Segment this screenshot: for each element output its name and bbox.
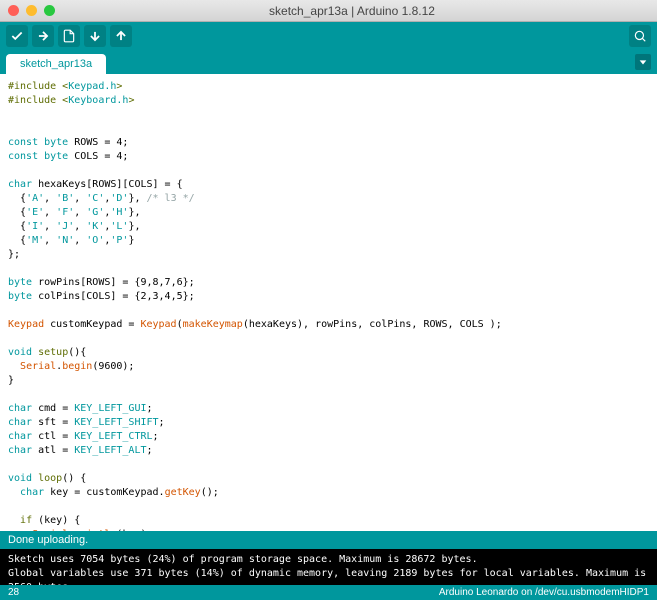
code-line: char atl = KEY_LEFT_ALT; — [8, 444, 649, 458]
code-line: byte colPins[COLS] = {2,3,4,5}; — [8, 290, 649, 304]
close-icon[interactable] — [8, 5, 19, 16]
toolbar — [0, 22, 657, 50]
upload-button[interactable] — [32, 25, 54, 47]
console-line: Sketch uses 7054 bytes (24%) of program … — [8, 553, 649, 567]
code-line: char cmd = KEY_LEFT_GUI; — [8, 402, 649, 416]
code-line: char key = customKeypad.getKey(); — [8, 486, 649, 500]
code-line: {'A', 'B', 'C','D'}, /* l3 */ — [8, 192, 649, 206]
titlebar: sketch_apr13a | Arduino 1.8.12 — [0, 0, 657, 22]
code-line — [8, 108, 649, 122]
window-title: sketch_apr13a | Arduino 1.8.12 — [55, 4, 649, 18]
code-line: if (key) { — [8, 514, 649, 528]
code-line — [8, 388, 649, 402]
code-editor[interactable]: #include <Keypad.h>#include <Keyboard.h>… — [0, 74, 657, 531]
code-line: const byte COLS = 4; — [8, 150, 649, 164]
code-line — [8, 164, 649, 178]
code-line: char ctl = KEY_LEFT_CTRL; — [8, 430, 649, 444]
status-bar: Done uploading. — [0, 531, 657, 549]
code-line — [8, 458, 649, 472]
code-line: #include <Keyboard.h> — [8, 94, 649, 108]
code-line: #include <Keypad.h> — [8, 80, 649, 94]
code-line: void loop() { — [8, 472, 649, 486]
tab-menu-icon[interactable] — [635, 54, 651, 70]
code-line: const byte ROWS = 4; — [8, 136, 649, 150]
traffic-lights — [8, 5, 55, 16]
footer: 28 Arduino Leonardo on /dev/cu.usbmodemH… — [0, 585, 657, 600]
save-button[interactable] — [110, 25, 132, 47]
serial-monitor-button[interactable] — [629, 25, 651, 47]
verify-button[interactable] — [6, 25, 28, 47]
console-output[interactable]: Sketch uses 7054 bytes (24%) of program … — [0, 549, 657, 585]
minimize-icon[interactable] — [26, 5, 37, 16]
code-line — [8, 332, 649, 346]
line-number: 28 — [8, 587, 19, 598]
code-line: char hexaKeys[ROWS][COLS] = { — [8, 178, 649, 192]
code-line — [8, 262, 649, 276]
new-button[interactable] — [58, 25, 80, 47]
code-line: byte rowPins[ROWS] = {9,8,7,6}; — [8, 276, 649, 290]
code-line: }; — [8, 248, 649, 262]
board-port-info: Arduino Leonardo on /dev/cu.usbmodemHIDP… — [439, 587, 649, 598]
code-line: } — [8, 374, 649, 388]
code-line: Keypad customKeypad = Keypad(makeKeymap(… — [8, 318, 649, 332]
code-line — [8, 500, 649, 514]
code-line: {'M', 'N', 'O','P'} — [8, 234, 649, 248]
tabbar: sketch_apr13a — [0, 50, 657, 74]
code-line — [8, 304, 649, 318]
arduino-window: sketch_apr13a | Arduino 1.8.12 sketch_ap… — [0, 0, 657, 600]
code-line: void setup(){ — [8, 346, 649, 360]
code-line: char sft = KEY_LEFT_SHIFT; — [8, 416, 649, 430]
code-line: Serial.begin(9600); — [8, 360, 649, 374]
code-line: {'E', 'F', 'G','H'}, — [8, 206, 649, 220]
sketch-tab[interactable]: sketch_apr13a — [6, 54, 106, 74]
code-line — [8, 122, 649, 136]
code-line: {'I', 'J', 'K','L'}, — [8, 220, 649, 234]
maximize-icon[interactable] — [44, 5, 55, 16]
open-button[interactable] — [84, 25, 106, 47]
